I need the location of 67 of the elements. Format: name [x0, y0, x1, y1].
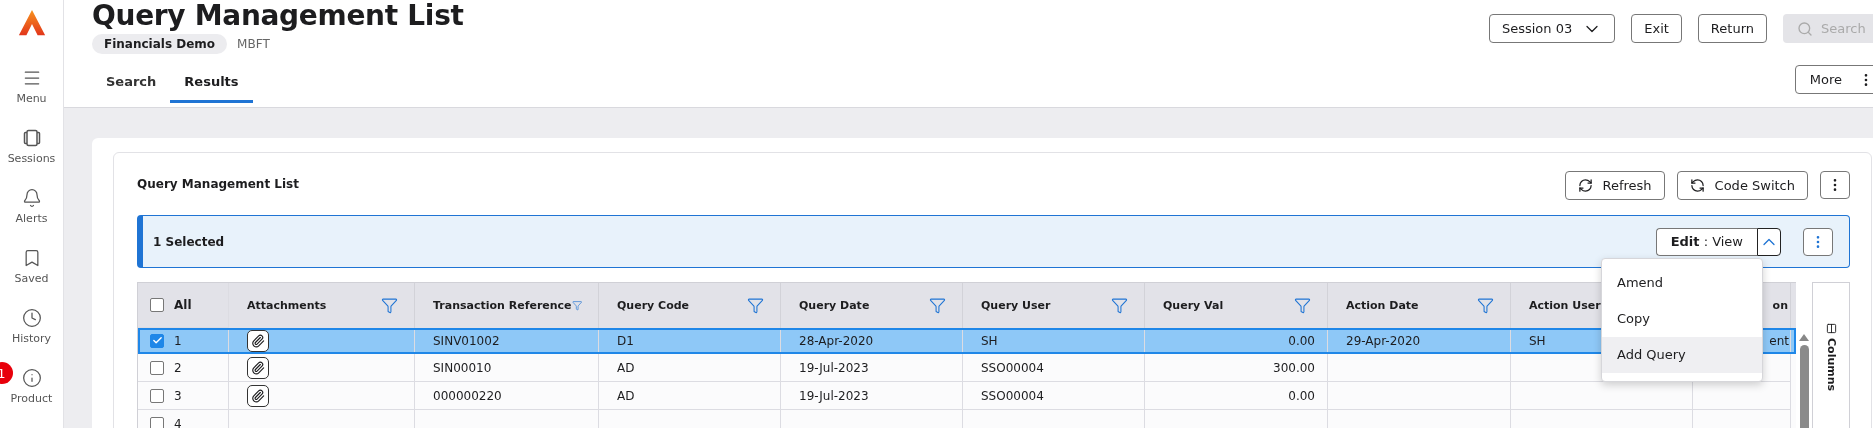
checkbox[interactable] — [150, 298, 164, 312]
action-button[interactable]: Code Switch — [1676, 171, 1808, 200]
filter-icon[interactable] — [381, 297, 398, 314]
action-button[interactable]: Refresh — [1564, 171, 1665, 200]
search-icon — [1797, 21, 1813, 37]
row-number: 2 — [174, 360, 182, 375]
session-dropdown[interactable]: Session 03 — [1488, 14, 1616, 43]
column-header[interactable]: Attachments — [247, 299, 327, 312]
tab[interactable]: Results — [170, 66, 253, 103]
checkbox[interactable] — [150, 388, 164, 403]
selection-count: 1 Selected — [153, 234, 225, 249]
toolbar-button[interactable]: Return — [1697, 14, 1767, 43]
checkbox[interactable] — [150, 333, 164, 348]
toolbar-button[interactable]: Exit — [1631, 14, 1682, 43]
scrollbar-thumb[interactable] — [1799, 345, 1809, 428]
more-button[interactable]: More — [1794, 65, 1873, 94]
filter-icon[interactable] — [1294, 297, 1311, 314]
dropdown-option[interactable]: Add Query — [1602, 336, 1762, 373]
attachment-button[interactable] — [247, 356, 269, 379]
column-header[interactable]: Query Date — [799, 299, 870, 312]
filter-icon[interactable] — [929, 297, 946, 314]
info-icon — [21, 368, 42, 388]
more-options-button[interactable] — [1803, 227, 1833, 256]
column-header[interactable]: Transaction Reference — [433, 299, 572, 312]
more-options-button[interactable] — [1820, 171, 1850, 199]
sidebar-item[interactable]: Product — [10, 392, 53, 405]
edit-mode-button[interactable]: Edit : View — [1655, 227, 1757, 256]
column-header[interactable]: Query Code — [617, 299, 690, 312]
columns-panel-tab[interactable]: Columns — [1812, 282, 1850, 428]
row-number: 1 — [174, 333, 182, 348]
sidebar-item[interactable]: Sessions — [7, 152, 56, 165]
filter-icon[interactable] — [1111, 297, 1128, 314]
column-header[interactable]: Query User — [981, 299, 1051, 312]
paperclip-icon — [251, 333, 265, 348]
sidebar-item[interactable]: Saved — [14, 272, 49, 285]
dropdown-option[interactable]: Amend — [1602, 264, 1762, 301]
row-number: 3 — [174, 388, 182, 403]
clock-icon — [21, 308, 42, 328]
panel-title: Query Management List — [137, 177, 299, 191]
column-header[interactable]: Action Date — [1346, 299, 1419, 312]
column-header[interactable]: Query Val — [1163, 299, 1224, 312]
company-chip: Financials Demo — [92, 34, 228, 54]
dropdown-option[interactable]: Copy — [1602, 300, 1762, 337]
bell-icon — [21, 188, 42, 208]
column-header[interactable]: on — [1772, 299, 1788, 312]
paperclip-icon — [251, 360, 265, 375]
sidebar-item[interactable]: History — [11, 332, 52, 345]
sidebar-item[interactable]: Menu — [16, 92, 47, 105]
attachment-button[interactable] — [247, 329, 269, 352]
column-header[interactable]: Action User — [1529, 299, 1601, 312]
sidebar-item[interactable]: Alerts — [15, 212, 48, 225]
filter-icon[interactable] — [747, 297, 764, 314]
columns-icon — [1825, 323, 1837, 334]
column-header: All — [174, 298, 192, 312]
row-number: 4 — [174, 416, 182, 428]
page-title: Query Management List — [92, 0, 464, 32]
attachment-button[interactable] — [247, 384, 269, 407]
refresh-icon — [1577, 178, 1593, 193]
checkbox[interactable] — [150, 360, 164, 375]
paperclip-icon — [251, 388, 265, 403]
expand-button[interactable] — [1757, 227, 1781, 256]
cards-icon — [21, 128, 42, 148]
tab[interactable]: Search — [92, 66, 171, 103]
filter-icon[interactable] — [1477, 297, 1494, 314]
company-code: MBFT — [237, 37, 270, 51]
checkbox[interactable] — [150, 416, 164, 428]
cycle-icon — [1689, 178, 1705, 193]
